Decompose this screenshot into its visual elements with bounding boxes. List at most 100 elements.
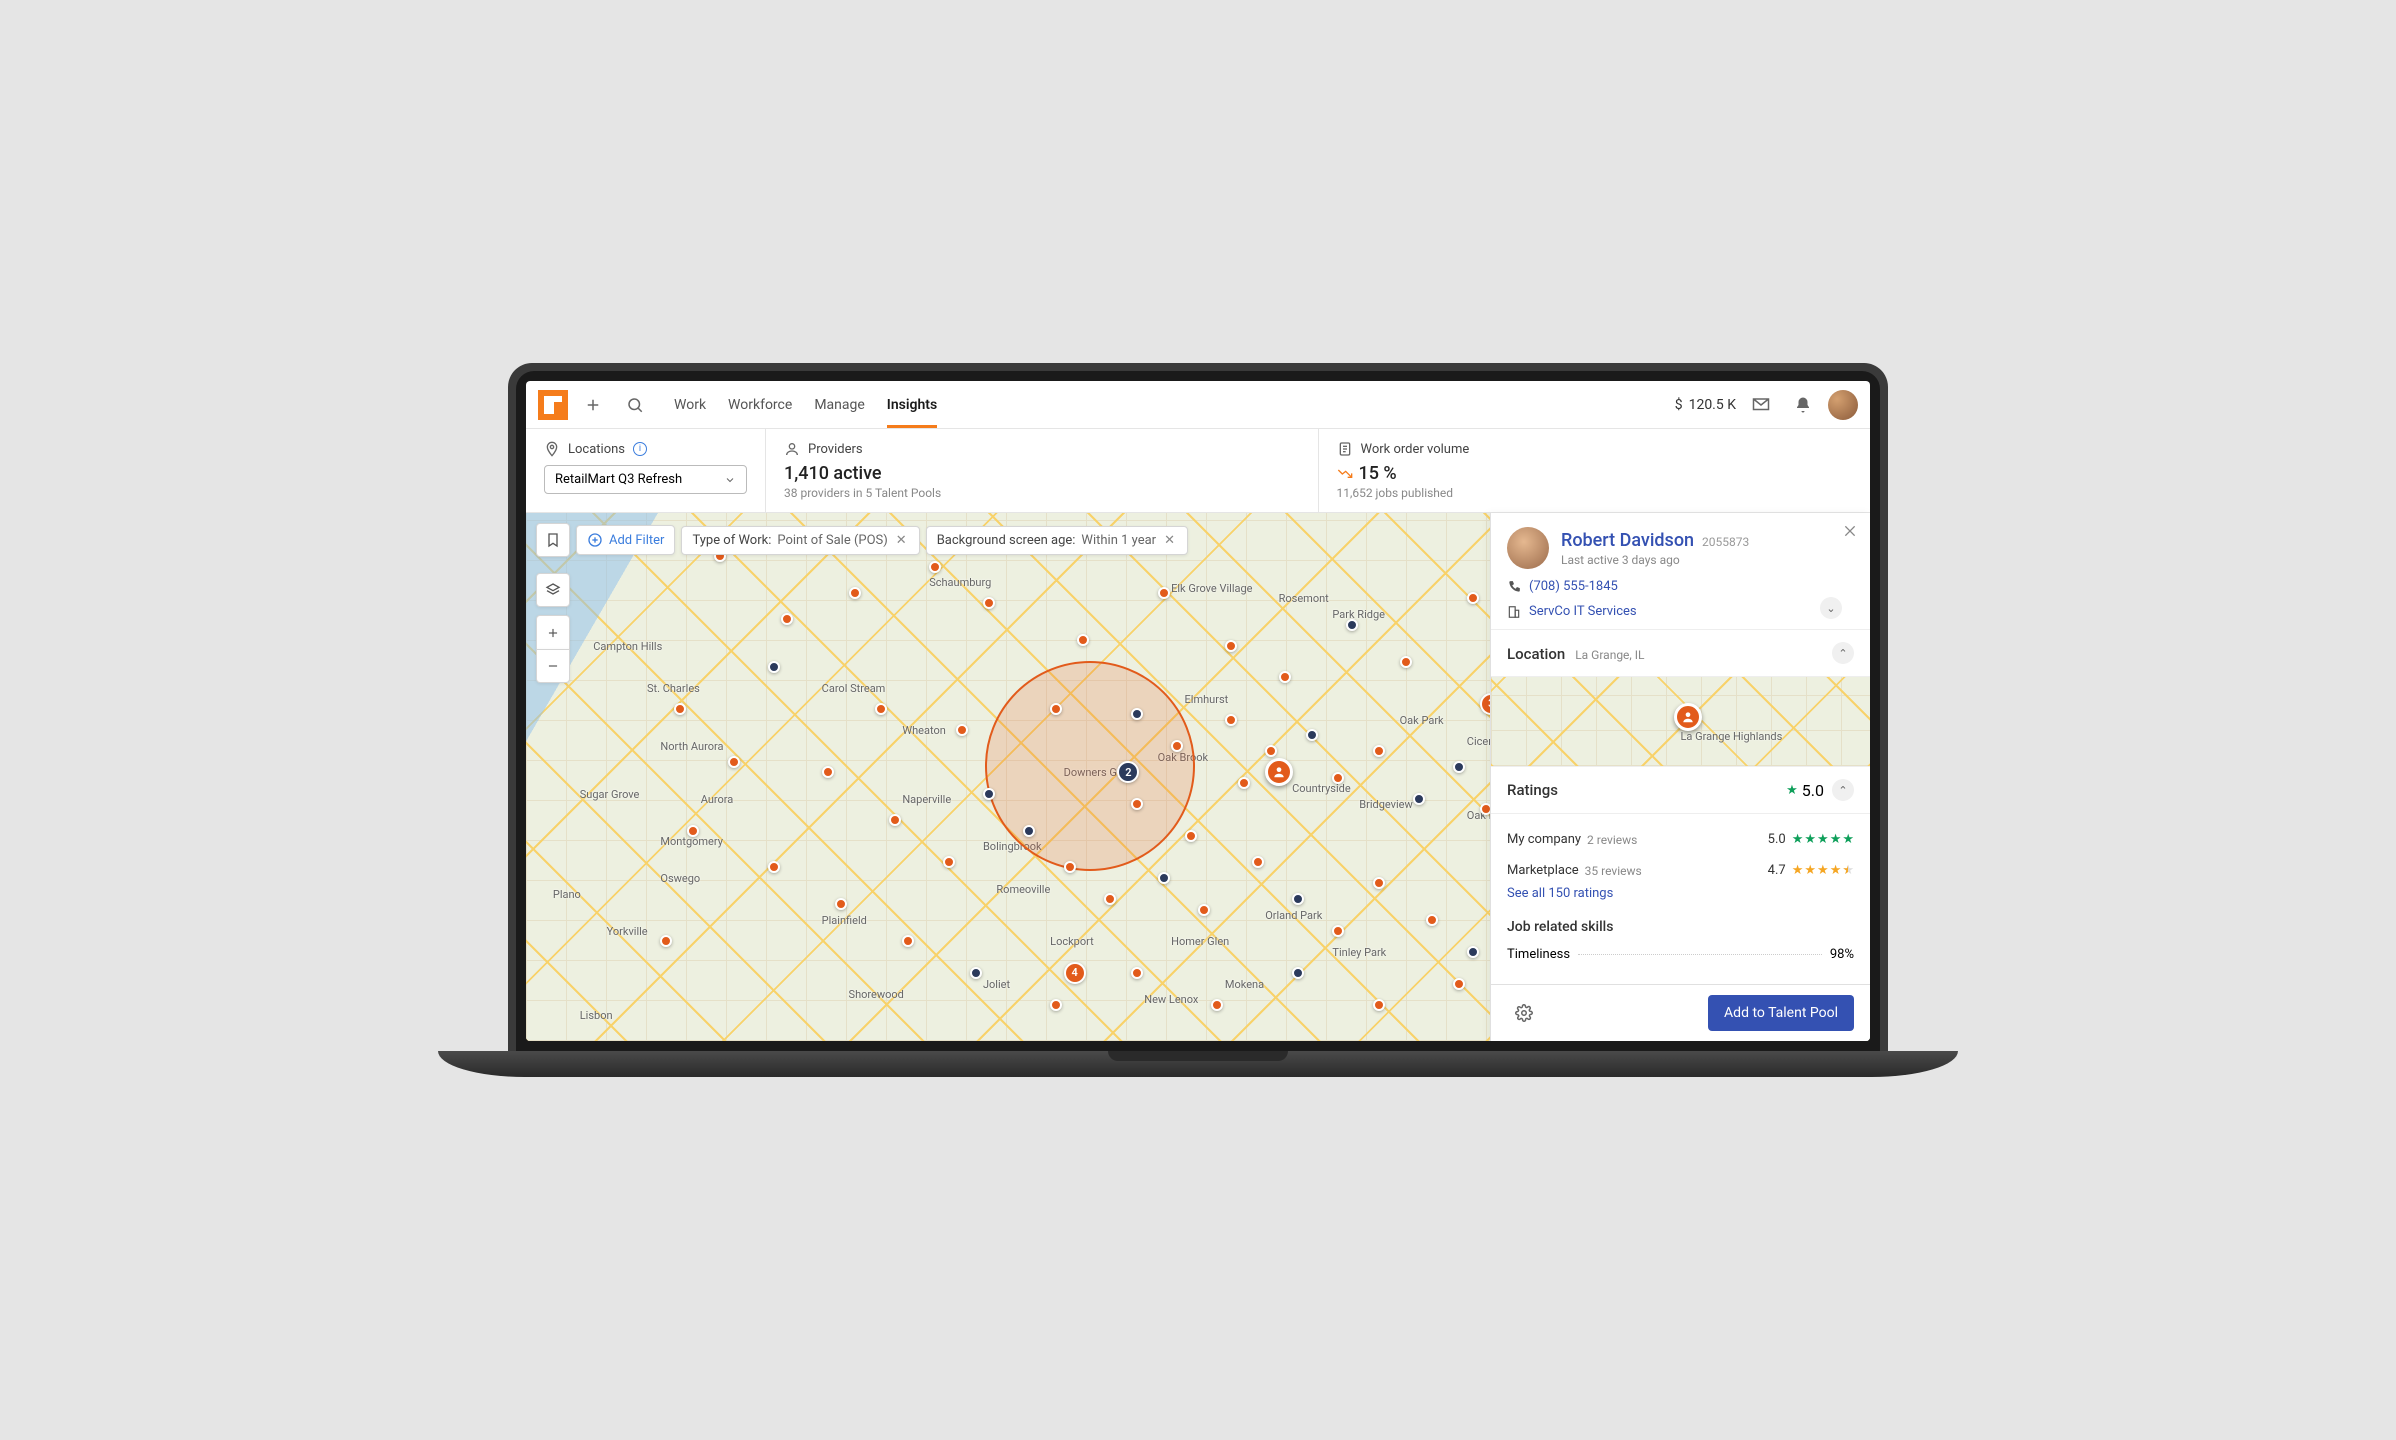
rating-score: 5.0 [1768, 832, 1786, 847]
location-title: Location [1507, 645, 1565, 663]
provider-dot[interactable] [1064, 861, 1076, 873]
settings-button[interactable] [1507, 996, 1541, 1030]
search-button[interactable] [618, 388, 652, 422]
provider-dot[interactable] [1373, 745, 1385, 757]
provider-dot[interactable] [1467, 592, 1479, 604]
provider-dot[interactable] [1279, 671, 1291, 683]
provider-dot[interactable] [1023, 825, 1035, 837]
expand-contact-button[interactable]: ⌄ [1820, 597, 1842, 619]
provider-dot[interactable] [1131, 798, 1143, 810]
see-all-ratings-link[interactable]: See all 150 ratings [1507, 886, 1854, 901]
provider-dot[interactable] [849, 587, 861, 599]
ratings-list: My company 2 reviews 5.0 ★★★★★ Marketpla… [1491, 814, 1870, 911]
zoom-out-button[interactable] [536, 649, 570, 683]
top-nav: Work Workforce Manage Insights $ 120.5 K [526, 381, 1870, 429]
bookmark-button[interactable] [536, 523, 570, 557]
account-balance[interactable]: $ 120.5 K [1675, 397, 1736, 413]
provider-dot[interactable] [1413, 793, 1425, 805]
tab-manage[interactable]: Manage [814, 383, 864, 427]
phone-icon [1507, 580, 1521, 594]
dollar-icon: $ [1675, 397, 1683, 413]
provider-dot[interactable] [1225, 714, 1237, 726]
chip-close[interactable]: ✕ [1162, 533, 1177, 548]
provider-dot[interactable] [1185, 830, 1197, 842]
stats-row: Locations i RetailMart Q3 Refresh Provid… [526, 429, 1870, 513]
provider-dot[interactable] [889, 814, 901, 826]
provider-dot[interactable] [929, 561, 941, 573]
provider-dot[interactable] [983, 788, 995, 800]
mini-map-pin [1674, 703, 1702, 731]
provider-phone-row[interactable]: (708) 555-1845 [1507, 579, 1854, 594]
provider-dot[interactable] [1050, 999, 1062, 1011]
provider-dot[interactable] [768, 661, 780, 673]
provider-dot[interactable] [1158, 587, 1170, 599]
providers-label: Providers [808, 442, 863, 457]
filter-chip-background-screen[interactable]: Background screen age: Within 1 year ✕ [926, 526, 1188, 555]
clipboard-icon [1337, 441, 1353, 457]
app-logo [538, 390, 568, 420]
chip-label: Type of Work: [692, 533, 771, 548]
provider-avatar [1507, 527, 1549, 569]
provider-dot[interactable] [1252, 856, 1264, 868]
provider-dot[interactable] [728, 756, 740, 768]
user-avatar[interactable] [1828, 390, 1858, 420]
close-panel-button[interactable] [1842, 523, 1858, 539]
add-button[interactable] [576, 388, 610, 422]
add-filter-label: Add Filter [609, 533, 664, 548]
provider-dot[interactable] [1306, 729, 1318, 741]
stars-icon: ★★★★★ [1792, 832, 1854, 847]
chip-close[interactable]: ✕ [894, 533, 909, 548]
provider-dot[interactable] [1373, 999, 1385, 1011]
provider-dot[interactable] [970, 967, 982, 979]
provider-dot[interactable] [1158, 872, 1170, 884]
provider-panel: Robert Davidson 2055873 Last active 3 da… [1490, 513, 1870, 1041]
provider-dot[interactable] [1104, 893, 1116, 905]
provider-dot[interactable] [1400, 656, 1412, 668]
skills-title: Job related skills [1507, 919, 1854, 935]
stars-icon: ★★★★★ [1792, 863, 1854, 878]
provider-dot[interactable] [674, 703, 686, 715]
plus-circle-icon [587, 532, 603, 548]
provider-dot[interactable] [1198, 904, 1210, 916]
rating-count: 2 reviews [1587, 833, 1637, 847]
nav-tabs: Work Workforce Manage Insights [674, 383, 937, 427]
volume-sub: 11,652 jobs published [1337, 486, 1853, 500]
add-to-talent-pool-button[interactable]: Add to Talent Pool [1708, 995, 1854, 1031]
selected-provider-pin[interactable] [1265, 758, 1293, 786]
tab-insights[interactable]: Insights [887, 383, 937, 427]
collapse-location-button[interactable]: ⌃ [1832, 642, 1854, 664]
filter-bar: Add Filter Type of Work: Point of Sale (… [536, 523, 1188, 557]
provider-dot[interactable] [1373, 877, 1385, 889]
provider-dot[interactable] [1467, 946, 1479, 958]
layers-button[interactable] [536, 573, 570, 607]
balance-value: 120.5 K [1689, 397, 1736, 413]
chip-value: Point of Sale (POS) [777, 533, 887, 548]
provider-dot[interactable] [943, 856, 955, 868]
provider-dot[interactable] [1225, 640, 1237, 652]
provider-company-row[interactable]: ServCo IT Services ⌄ [1507, 604, 1854, 619]
provider-name[interactable]: Robert Davidson [1561, 530, 1694, 551]
providers-sub: 38 providers in 5 Talent Pools [784, 486, 1300, 500]
map-controls [536, 573, 570, 683]
messages-button[interactable] [1744, 388, 1778, 422]
tab-work[interactable]: Work [674, 383, 706, 427]
rating-label: Marketplace [1507, 863, 1579, 878]
provider-cluster[interactable]: 4 [1064, 962, 1086, 984]
provider-dot[interactable] [1453, 978, 1465, 990]
collapse-ratings-button[interactable]: ⌃ [1832, 779, 1854, 801]
info-icon[interactable]: i [633, 442, 647, 456]
chevron-down-icon [724, 474, 736, 486]
add-filter-button[interactable]: Add Filter [576, 525, 675, 555]
provider-dot[interactable] [687, 825, 699, 837]
notifications-button[interactable] [1786, 388, 1820, 422]
filter-chip-type-of-work[interactable]: Type of Work: Point of Sale (POS) ✕ [681, 526, 919, 555]
zoom-in-button[interactable] [536, 615, 570, 649]
pin-icon [544, 441, 560, 457]
company-value: ServCo IT Services [1529, 604, 1637, 619]
provider-dot[interactable] [1346, 619, 1358, 631]
location-select[interactable]: RetailMart Q3 Refresh [544, 465, 747, 494]
skill-value: 98% [1830, 947, 1854, 962]
tab-workforce[interactable]: Workforce [728, 383, 792, 427]
provider-dot[interactable] [1131, 967, 1143, 979]
provider-mini-map[interactable]: La Grange Highlands [1491, 677, 1870, 767]
